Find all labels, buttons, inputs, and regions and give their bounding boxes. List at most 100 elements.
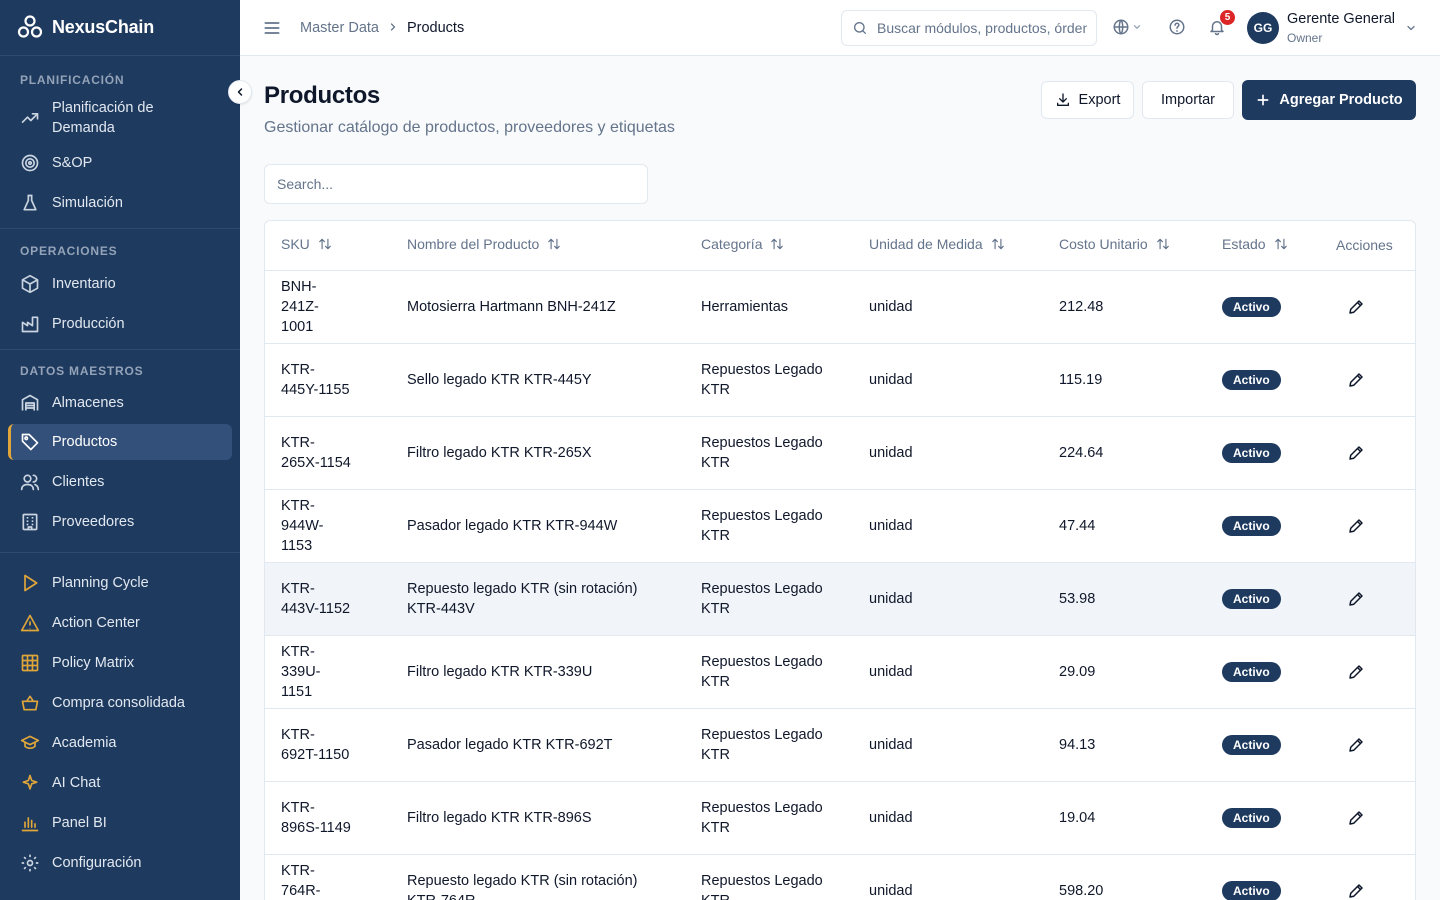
column-header-nombre[interactable]: Nombre del Producto: [391, 221, 685, 271]
cell-category: Repuestos Legado KTR: [701, 361, 823, 398]
menu-icon[interactable]: [262, 18, 282, 43]
global-search[interactable]: [841, 10, 1097, 46]
cell-category-cell: Repuestos Legado KTR: [685, 781, 853, 855]
cell-unit-cost: 53.98: [1059, 590, 1096, 607]
table-search-input[interactable]: [264, 164, 648, 204]
table-row[interactable]: KTR-339U-1151 Filtro legado KTR KTR-339U R…: [265, 635, 1415, 709]
status-badge: Activo: [1222, 296, 1281, 317]
sidebar-item-compra-consolidada[interactable]: Compra consolidada: [0, 688, 240, 718]
add-product-button[interactable]: Agregar Producto: [1242, 80, 1416, 120]
sidebar-item-policy-matrix[interactable]: Policy Matrix: [0, 648, 240, 678]
cell-category-cell: Repuestos Legado KTR: [685, 562, 853, 636]
target-icon: [20, 153, 40, 173]
global-search-input[interactable]: [877, 20, 1087, 36]
column-header-categoria[interactable]: Categoría: [685, 221, 853, 271]
column-header-label: Acciones: [1336, 237, 1393, 254]
table-row[interactable]: KTR-692T-1150 Pasador legado KTR KTR-692T…: [265, 708, 1415, 782]
sidebar-item-planning-cycle[interactable]: Planning Cycle: [0, 568, 240, 598]
sidebar-item-clientes[interactable]: Clientes: [0, 467, 240, 497]
cell-unit-cost-cell: 53.98: [1043, 562, 1206, 636]
sidebar-item-action-center[interactable]: Action Center: [0, 608, 240, 638]
edit-pencil-icon[interactable]: [1340, 437, 1372, 469]
sidebar-item-configuracion[interactable]: Configuración: [0, 848, 240, 878]
cell-category-cell: Repuestos Legado KTR: [685, 854, 853, 900]
sidebar-item-label: Productos: [52, 434, 118, 450]
edit-pencil-icon[interactable]: [1340, 364, 1372, 396]
cell-category-cell: Repuestos Legado KTR: [685, 708, 853, 782]
cell-sku-cell: KTR-443V-1152: [265, 562, 391, 636]
tags-icon: [20, 432, 40, 452]
sidebar-item-label: Configuración: [52, 855, 142, 871]
add-product-label: Agregar Producto: [1279, 92, 1403, 108]
table-row[interactable]: KTR-443V-1152 Repuesto legado KTR (sin ro…: [265, 562, 1415, 636]
edit-pencil-icon[interactable]: [1340, 802, 1372, 834]
alert-triangle-icon: [20, 613, 40, 633]
export-label: Export: [1078, 92, 1121, 108]
settings-icon: [20, 853, 40, 873]
sidebar-item-productos[interactable]: Productos: [8, 424, 232, 460]
cell-category: Repuestos Legado KTR: [701, 507, 823, 544]
sidebar-item-label: S&OP: [52, 155, 93, 171]
cell-status-cell: Activo: [1206, 708, 1320, 782]
sidebar-item-produccion[interactable]: Producción: [0, 309, 240, 339]
cell-status-cell: Activo: [1206, 635, 1320, 709]
language-selector[interactable]: [1112, 18, 1142, 36]
sidebar-item-planificacion-demanda[interactable]: Planificación de Demanda: [0, 98, 240, 138]
export-button[interactable]: Export: [1041, 81, 1134, 119]
table-row[interactable]: BNH-241Z-1001 Motosierra Hartmann BNH-241…: [265, 270, 1415, 344]
table-row[interactable]: KTR-764R-1148 Repuesto legado KTR (sin ro…: [265, 854, 1415, 900]
sidebar-item-label: Planning Cycle: [52, 575, 149, 591]
table-row[interactable]: KTR-265X-1154 Filtro legado KTR KTR-265X R…: [265, 416, 1415, 490]
sidebar-item-panel-bi[interactable]: Panel BI: [0, 808, 240, 838]
chevron-left-icon: [234, 86, 246, 98]
table-row[interactable]: KTR-445Y-1155 Sello legado KTR KTR-445Y Re…: [265, 343, 1415, 417]
notification-badge: 5: [1220, 10, 1235, 25]
sidebar-item-proveedores[interactable]: Proveedores: [0, 507, 240, 537]
chevron-down-icon[interactable]: [1405, 21, 1417, 39]
sidebar-item-label: Simulación: [52, 195, 123, 211]
edit-pencil-icon[interactable]: [1340, 510, 1372, 542]
cell-actions: [1320, 489, 1415, 563]
sidebar-item-academia[interactable]: Academia: [0, 728, 240, 758]
sidebar-item-sop[interactable]: S&OP: [0, 148, 240, 178]
user-name[interactable]: Gerente General: [1287, 11, 1395, 27]
status-badge: Activo: [1222, 515, 1281, 536]
breadcrumb: Master Data Products: [300, 18, 464, 38]
help-icon[interactable]: [1168, 18, 1186, 41]
edit-pencil-icon[interactable]: [1340, 656, 1372, 688]
sidebar-item-inventario[interactable]: Inventario: [0, 269, 240, 299]
topbar: Master Data Products 5 GG Gerente Genera…: [240, 0, 1440, 56]
cell-sku: KTR-692T-1150: [281, 726, 350, 763]
search-icon: [852, 20, 868, 36]
edit-pencil-icon[interactable]: [1340, 583, 1372, 615]
collapse-sidebar-button[interactable]: [228, 80, 252, 104]
import-button[interactable]: Importar: [1142, 81, 1234, 119]
page-subtitle: Gestionar catálogo de productos, proveed…: [264, 119, 675, 136]
bar-chart-icon: [20, 813, 40, 833]
edit-pencil-icon[interactable]: [1340, 875, 1372, 900]
cell-product-name: Motosierra Hartmann BNH-241Z: [407, 298, 616, 315]
table-row[interactable]: KTR-944W-1153 Pasador legado KTR KTR-944W…: [265, 489, 1415, 563]
cell-unit-cost-cell: 47.44: [1043, 489, 1206, 563]
products-table-container: SKU Nombre del Producto Categoría Unidad…: [264, 220, 1416, 900]
edit-pencil-icon[interactable]: [1340, 729, 1372, 761]
column-header-unidad[interactable]: Unidad de Medida: [853, 221, 1043, 271]
sidebar-item-almacenes[interactable]: Almacenes: [0, 388, 240, 418]
avatar[interactable]: GG: [1247, 12, 1279, 44]
cell-product-name-cell: Filtro legado KTR KTR-339U: [391, 635, 685, 709]
cell-category: Herramientas: [701, 298, 789, 315]
breadcrumb-parent[interactable]: Master Data: [300, 20, 379, 36]
column-header-estado[interactable]: Estado: [1206, 221, 1320, 271]
column-header-sku[interactable]: SKU: [265, 221, 391, 271]
products-table: SKU Nombre del Producto Categoría Unidad…: [265, 221, 1415, 900]
table-row[interactable]: KTR-896S-1149 Filtro legado KTR KTR-896S R…: [265, 781, 1415, 855]
column-header-costo[interactable]: Costo Unitario: [1043, 221, 1206, 271]
cell-category-cell: Repuestos Legado KTR: [685, 343, 853, 417]
sidebar-item-simulacion[interactable]: Simulación: [0, 188, 240, 218]
brand[interactable]: NexusChain: [0, 0, 240, 56]
sidebar-item-ai-chat[interactable]: AI Chat: [0, 768, 240, 798]
user-role: Owner: [1287, 31, 1323, 45]
cell-category-cell: Repuestos Legado KTR: [685, 489, 853, 563]
edit-pencil-icon[interactable]: [1340, 291, 1372, 323]
cell-product-name-cell: Filtro legado KTR KTR-265X: [391, 416, 685, 490]
